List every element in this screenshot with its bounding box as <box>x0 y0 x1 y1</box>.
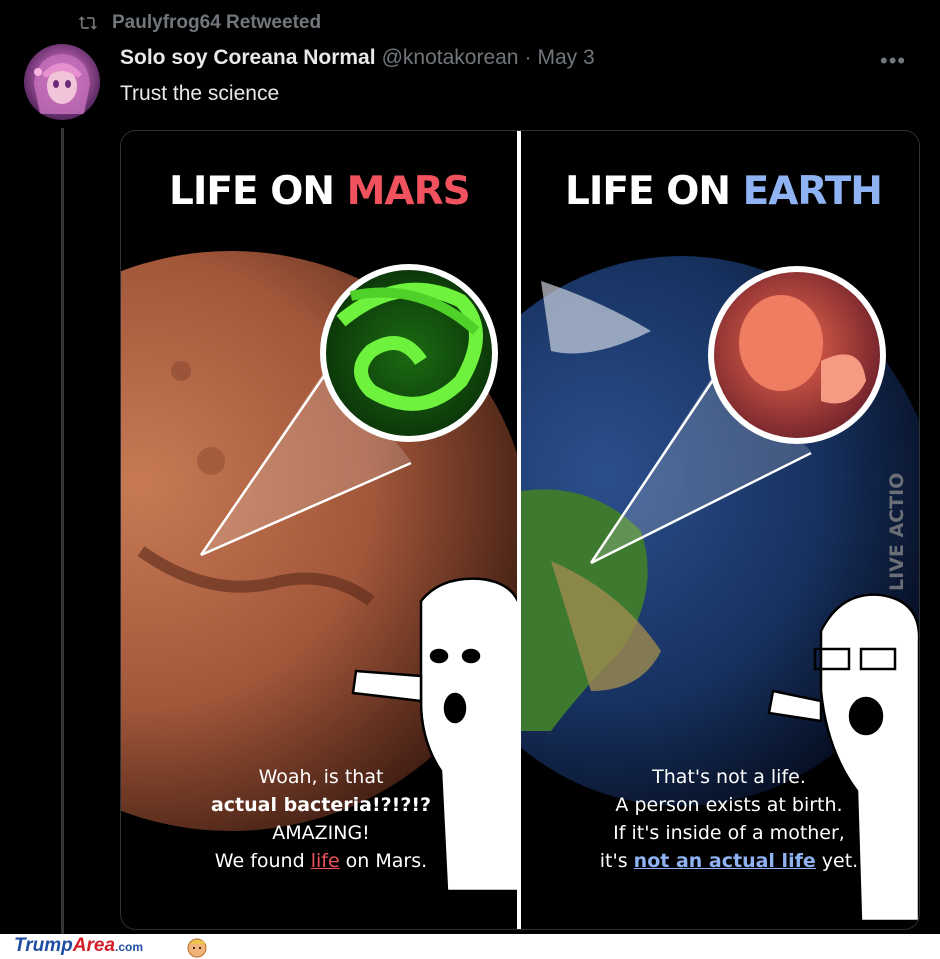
tweet-header: Solo soy Coreana Normal @knotakorean · M… <box>120 46 595 70</box>
earth-caption-line-2: A person exists at birth. <box>615 794 843 816</box>
earth-title: LIFE ON EARTH <box>565 169 883 214</box>
earth-caption: That's not a life. A person exists at bi… <box>579 763 879 875</box>
avatar[interactable] <box>24 44 100 120</box>
watermark-text: LIVE ACTION <box>886 471 908 591</box>
more-options-icon[interactable]: ••• <box>880 48 906 74</box>
site-footer: TrumpArea.com <box>0 934 940 959</box>
earth-caption-line-1: That's not a life. <box>652 766 806 788</box>
retweet-header: Paulyfrog64 Retweeted <box>78 12 321 34</box>
user-handle[interactable]: @knotakorean <box>382 46 519 70</box>
center-divider <box>517 131 521 929</box>
earth-caption-line-4c: yet. <box>815 850 859 872</box>
earth-caption-line-3: If it's inside of a mother, <box>613 822 845 844</box>
separator-dot: · <box>524 46 532 69</box>
retweet-label[interactable]: Paulyfrog64 Retweeted <box>112 12 321 34</box>
earth-caption-not-life: not an actual life <box>633 850 816 872</box>
mars-caption-line-4a: We found <box>214 850 311 872</box>
watermark: LIVE ACTION <box>886 471 908 591</box>
earth-caption-line-4a: it's <box>599 850 634 872</box>
site-brand[interactable]: TrumpArea.com <box>14 935 143 957</box>
retweet-icon <box>78 16 98 30</box>
mars-title-word: MARS <box>346 169 471 214</box>
earth-title-word: EARTH <box>742 169 883 214</box>
display-name[interactable]: Solo soy Coreana Normal <box>120 46 376 70</box>
mars-caption-line-1: Woah, is that <box>258 766 384 788</box>
mars-caption-line-2: actual bacteria!?!?!? <box>210 794 432 816</box>
mars-caption-line-3: AMAZING! <box>272 822 370 844</box>
thread-line <box>61 128 64 936</box>
tweet-media-image[interactable]: LIFE ON MARS LIFE ON EARTH Woah, is that… <box>120 130 920 930</box>
mars-title-prefix: LIFE ON <box>169 169 347 214</box>
earth-title-prefix: LIFE ON <box>565 169 743 214</box>
mars-caption-line-4c: on Mars. <box>339 850 428 872</box>
tweet-date[interactable]: May 3 <box>537 46 594 70</box>
mars-caption-life: life <box>310 850 340 872</box>
mars-caption: Woah, is that actual bacteria!?!?!? AMAZ… <box>181 763 461 875</box>
brand-logo-icon <box>187 938 207 958</box>
mars-title: LIFE ON MARS <box>169 169 471 214</box>
tweet-text: Trust the science <box>120 82 280 105</box>
